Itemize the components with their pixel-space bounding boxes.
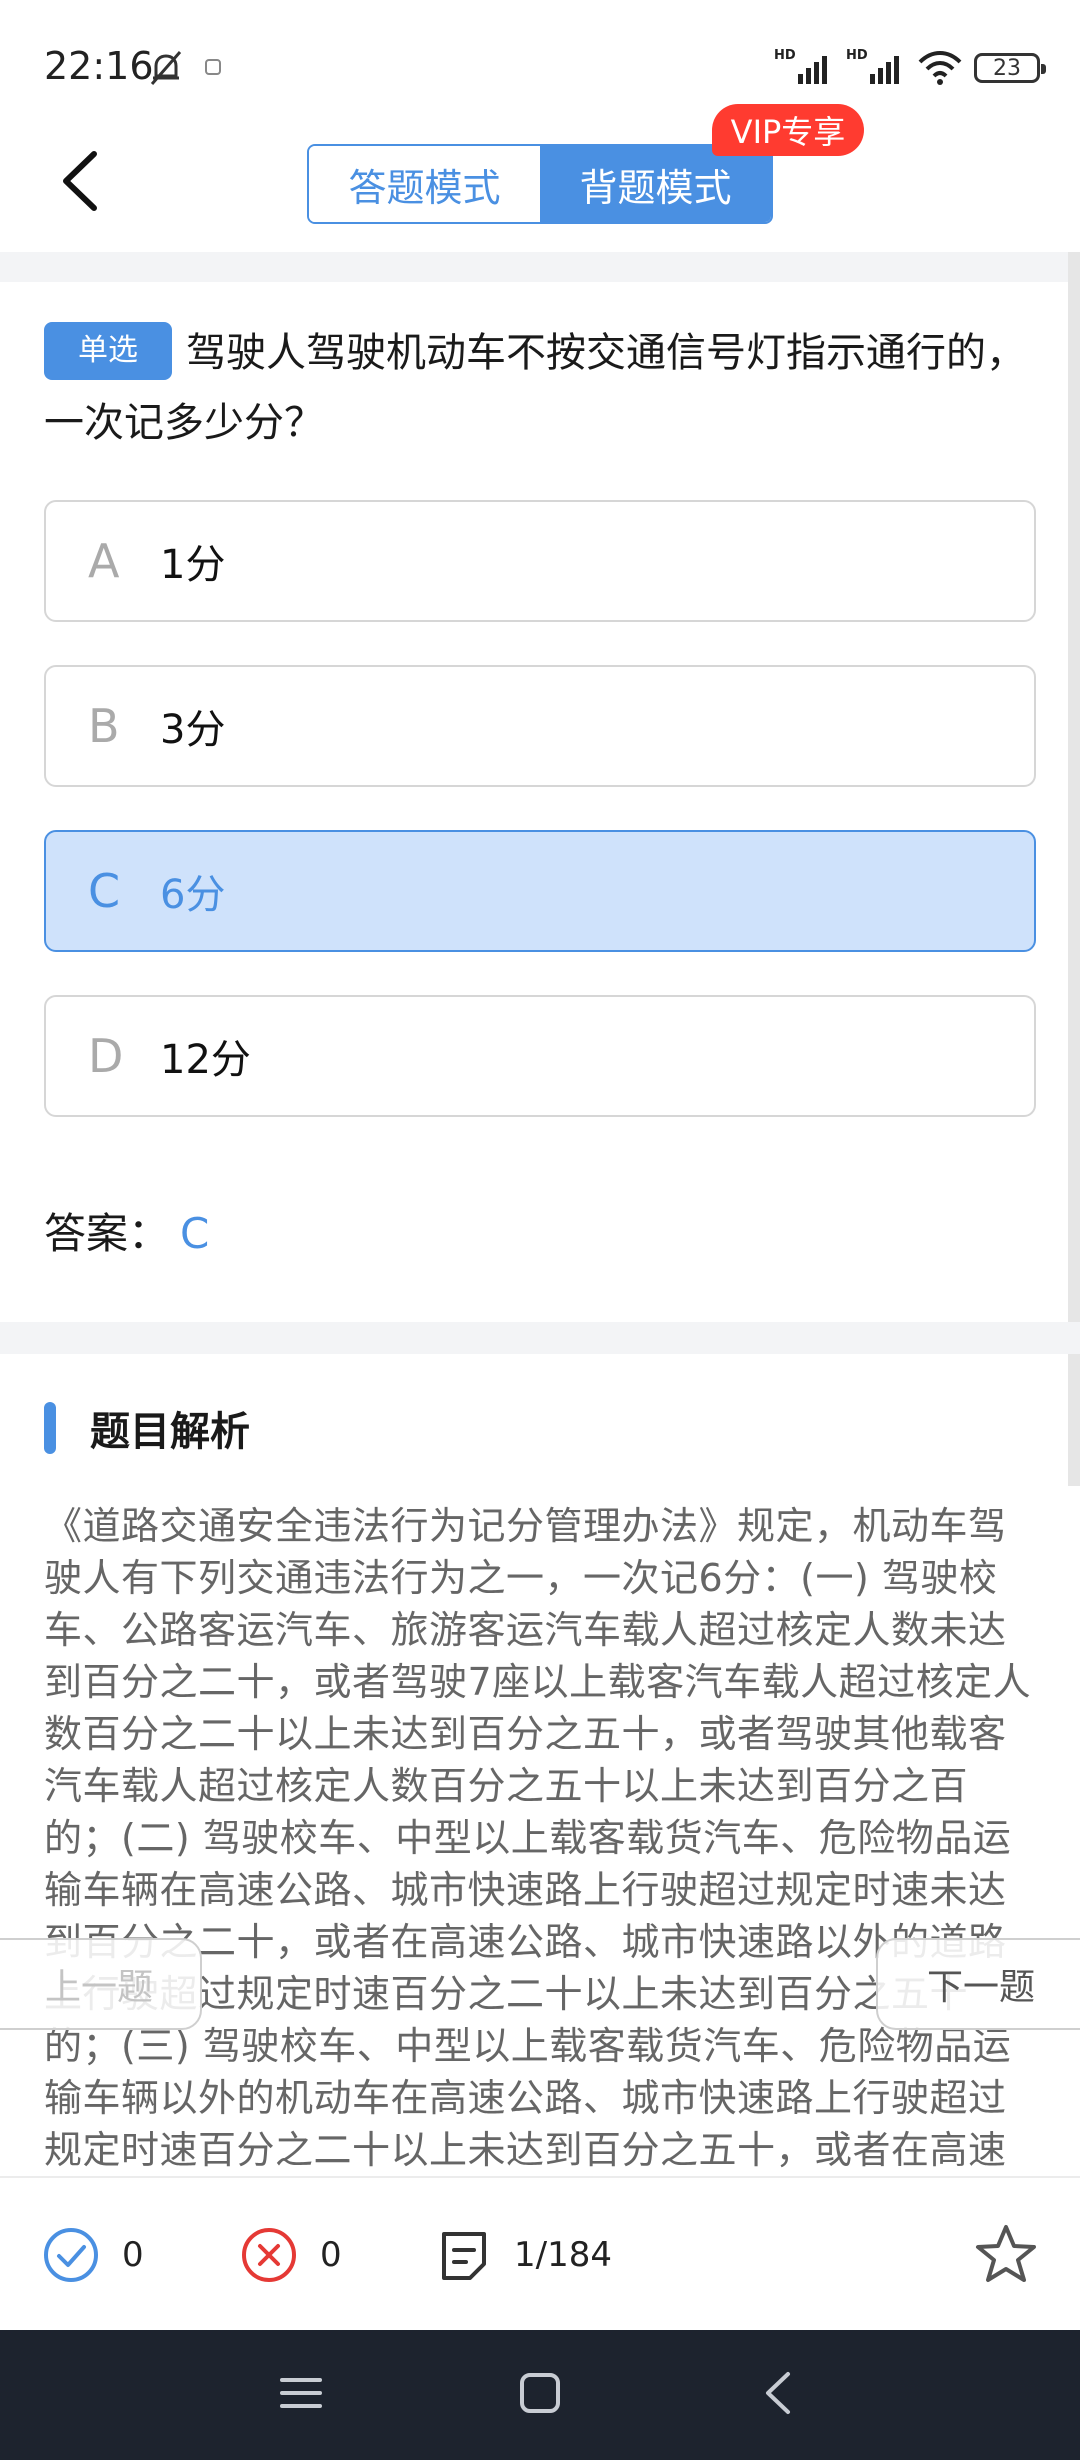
option-letter: B: [88, 699, 120, 753]
status-time: 22:16: [44, 44, 154, 88]
question-text: 单选 驾驶人驾驶机动车不按交通信号灯指示通行的，一次记多少分？: [44, 318, 1034, 458]
divider: [0, 252, 1080, 282]
system-navigation-bar: [0, 2330, 1080, 2460]
option-text: 12分: [160, 1037, 251, 1083]
analysis-header: 题目解析: [44, 1400, 250, 1456]
option-b[interactable]: B 3分: [44, 665, 1036, 787]
menu-icon[interactable]: [278, 2368, 324, 2418]
status-indicators: HD HD 23: [774, 46, 1046, 90]
option-text: 3分: [160, 707, 226, 753]
wrong-stat[interactable]: 0: [240, 2226, 342, 2284]
answer: 答案： C: [44, 1200, 209, 1261]
prev-question-button[interactable]: 上一题: [0, 1938, 202, 2030]
bottom-bar: 0 0 1/184: [0, 2176, 1080, 2330]
question-type-badge: 单选: [44, 322, 172, 380]
next-question-button[interactable]: 下一题: [876, 1938, 1080, 2030]
tab-memorize-mode[interactable]: 背题模式: [540, 146, 771, 222]
x-circle-icon: [242, 2228, 296, 2282]
bell-muted-icon: [150, 51, 182, 85]
option-text: 1分: [160, 542, 226, 588]
divider: [0, 1322, 1080, 1354]
option-a[interactable]: A 1分: [44, 500, 1036, 622]
notification-icon: [205, 59, 221, 75]
option-d[interactable]: D 12分: [44, 995, 1036, 1117]
signal-icon-2: HD: [846, 48, 906, 88]
question-stem: 驾驶人驾驶机动车不按交通信号灯指示通行的，一次记多少分？: [44, 330, 1026, 446]
analysis-title: 题目解析: [90, 1409, 250, 1455]
vip-badge: VIP专享: [712, 104, 864, 156]
home-icon[interactable]: [516, 2368, 564, 2418]
status-bar: 22:16 HD HD 23: [0, 0, 1080, 110]
header: 答题模式 背题模式: [0, 110, 1080, 252]
wrong-count: 0: [320, 2235, 342, 2275]
answer-label: 答案：: [44, 1209, 171, 1258]
correct-stat[interactable]: 0: [42, 2226, 144, 2284]
progress-text: 1/184: [514, 2235, 612, 2275]
option-c[interactable]: C 6分: [44, 830, 1036, 952]
correct-count: 0: [122, 2235, 144, 2275]
wifi-icon: [918, 51, 962, 85]
signal-icon: HD: [774, 48, 834, 88]
section-accent-bar: [44, 1402, 56, 1454]
option-letter: C: [88, 864, 121, 918]
option-text: 6分: [160, 872, 226, 918]
back-arrow-icon[interactable]: [52, 146, 112, 216]
mode-toggle: 答题模式 背题模式: [307, 144, 773, 224]
question-list-icon: [442, 2232, 486, 2280]
back-icon[interactable]: [758, 2368, 798, 2418]
analysis-text: 《道路交通安全违法行为记分管理办法》规定，机动车驾驶人有下列交通违法行为之一，一…: [44, 1504, 1032, 2172]
battery-icon: 23: [974, 53, 1046, 83]
option-letter: D: [88, 1029, 124, 1083]
option-letter: A: [88, 534, 120, 588]
answer-value: C: [180, 1209, 210, 1258]
scrollbar[interactable]: [1068, 252, 1080, 1486]
tab-answer-mode[interactable]: 答题模式: [309, 146, 540, 222]
check-circle-icon: [44, 2228, 98, 2282]
star-icon[interactable]: [974, 2222, 1038, 2286]
progress-stat[interactable]: 1/184: [436, 2226, 612, 2284]
